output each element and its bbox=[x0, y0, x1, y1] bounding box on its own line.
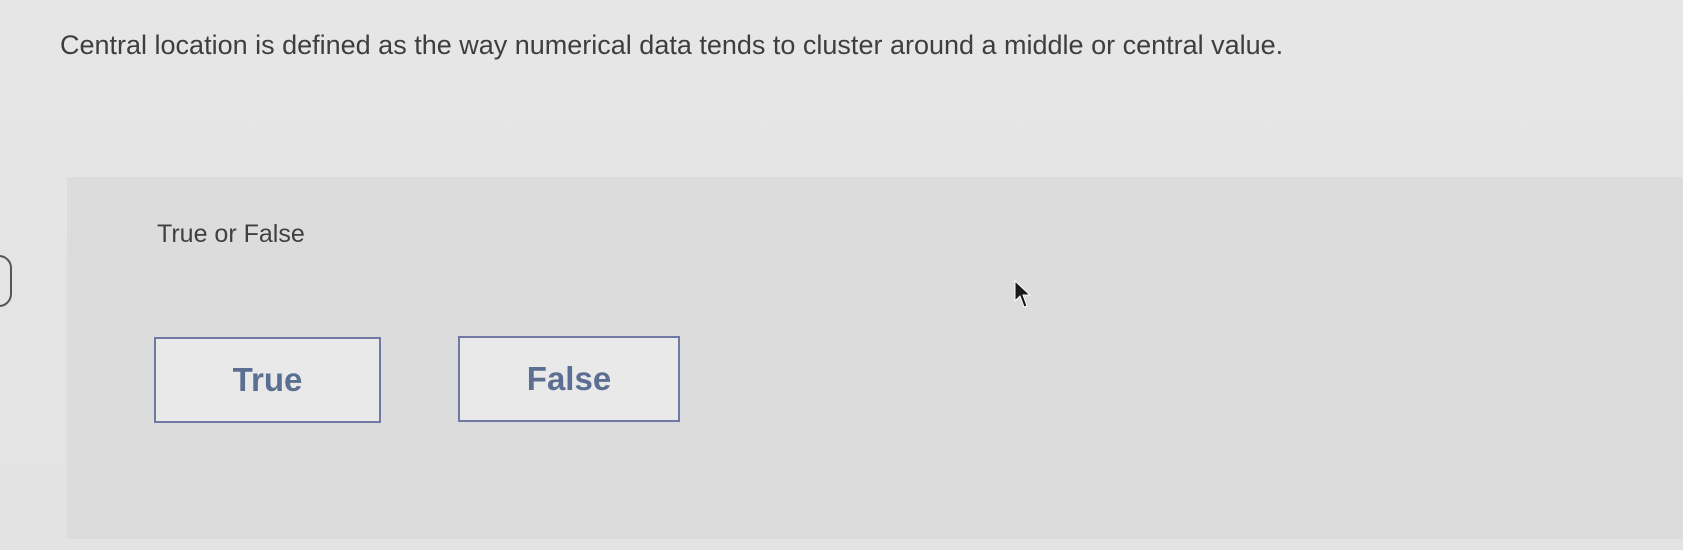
false-button[interactable]: False bbox=[458, 336, 680, 422]
side-tab-handle[interactable] bbox=[0, 255, 12, 307]
mouse-pointer-icon bbox=[1014, 280, 1032, 308]
true-false-prompt: True or False bbox=[157, 220, 305, 248]
true-button[interactable]: True bbox=[154, 337, 381, 423]
answer-panel: True or False True False bbox=[67, 177, 1683, 539]
question-text: Central location is defined as the way n… bbox=[60, 30, 1284, 60]
